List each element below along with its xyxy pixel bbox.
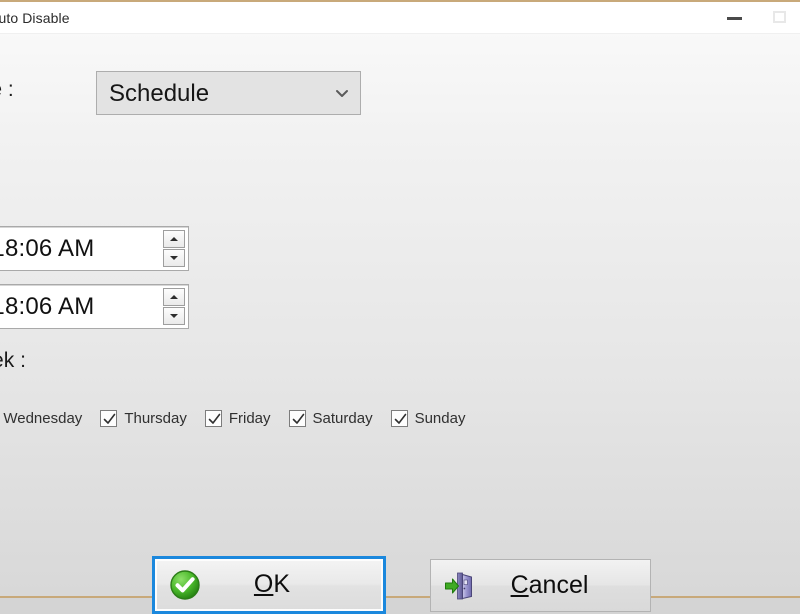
day-checkbox-label: Sunday <box>414 410 466 428</box>
minimize-icon <box>727 16 742 20</box>
maximize-button[interactable] <box>757 2 800 33</box>
schedule-end-spin-down-button[interactable] <box>163 307 185 325</box>
ok-accel-char: O <box>253 570 274 598</box>
day-checkbox-label: Wednesday <box>3 410 83 428</box>
schedule-start-spinner[interactable] <box>163 230 185 267</box>
minimize-button[interactable] <box>711 2 757 33</box>
checkmark-icon[interactable] <box>204 410 222 428</box>
title-bar: Auto Disable ✕ <box>0 2 800 34</box>
day-checkbox-friday[interactable]: Friday <box>204 410 271 436</box>
day-of-week-label: Schedule Day of Week : <box>0 349 26 372</box>
schedule-end-spinner[interactable] <box>163 288 185 325</box>
triangle-down-icon <box>170 256 178 260</box>
day-checkbox-label: Thursday <box>124 410 187 428</box>
dialog-client-area: Auto Disable : Schedule Schedule Start :… <box>0 33 800 614</box>
window-title: Auto Disable <box>0 10 70 26</box>
ok-button-label: OK <box>155 570 383 599</box>
day-checkbox-saturday[interactable]: Saturday <box>288 410 373 436</box>
chevron-down-icon <box>334 87 350 99</box>
ok-rest-chars: K <box>273 570 291 598</box>
cancel-button-label: Cancel <box>431 571 650 600</box>
day-checkbox-label: Saturday <box>312 410 373 428</box>
maximize-icon <box>773 10 786 23</box>
auto-disable-label: Auto Disable : <box>0 78 14 101</box>
cancel-rest-chars: ancel <box>528 570 589 599</box>
schedule-start-timepicker[interactable]: 9:18:06 AM <box>0 226 189 271</box>
schedule-end-timepicker[interactable]: 9:18:06 AM <box>0 284 189 329</box>
checkmark-icon[interactable] <box>288 410 306 428</box>
cancel-accel-char: C <box>510 570 529 599</box>
triangle-up-icon <box>170 237 178 241</box>
schedule-end-spin-up-button[interactable] <box>163 288 185 306</box>
schedule-start-spin-down-button[interactable] <box>163 249 185 267</box>
day-of-week-checkbox-group: MondayTuesdayWednesdayThursdayFridaySatu… <box>0 410 483 436</box>
day-checkbox-label: Friday <box>228 410 271 428</box>
ok-button[interactable]: OK <box>152 556 386 614</box>
checkmark-icon[interactable] <box>100 410 118 428</box>
dialog-window: Auto Disable ✕ Auto Disable : Schedule S… <box>0 0 800 614</box>
auto-disable-mode-combobox[interactable]: Schedule <box>96 71 361 115</box>
cancel-button[interactable]: Cancel <box>430 559 651 612</box>
day-checkbox-sunday[interactable]: Sunday <box>390 410 466 436</box>
schedule-start-spin-up-button[interactable] <box>163 230 185 248</box>
schedule-start-value: 9:18:06 AM <box>0 235 95 262</box>
triangle-up-icon <box>170 295 178 299</box>
triangle-down-icon <box>170 314 178 318</box>
schedule-end-value: 9:18:06 AM <box>0 293 95 320</box>
day-checkbox-wednesday[interactable]: Wednesday <box>0 410 82 436</box>
checkmark-icon[interactable] <box>390 410 408 428</box>
auto-disable-mode-value: Schedule <box>109 80 210 107</box>
day-checkbox-thursday[interactable]: Thursday <box>100 410 187 436</box>
